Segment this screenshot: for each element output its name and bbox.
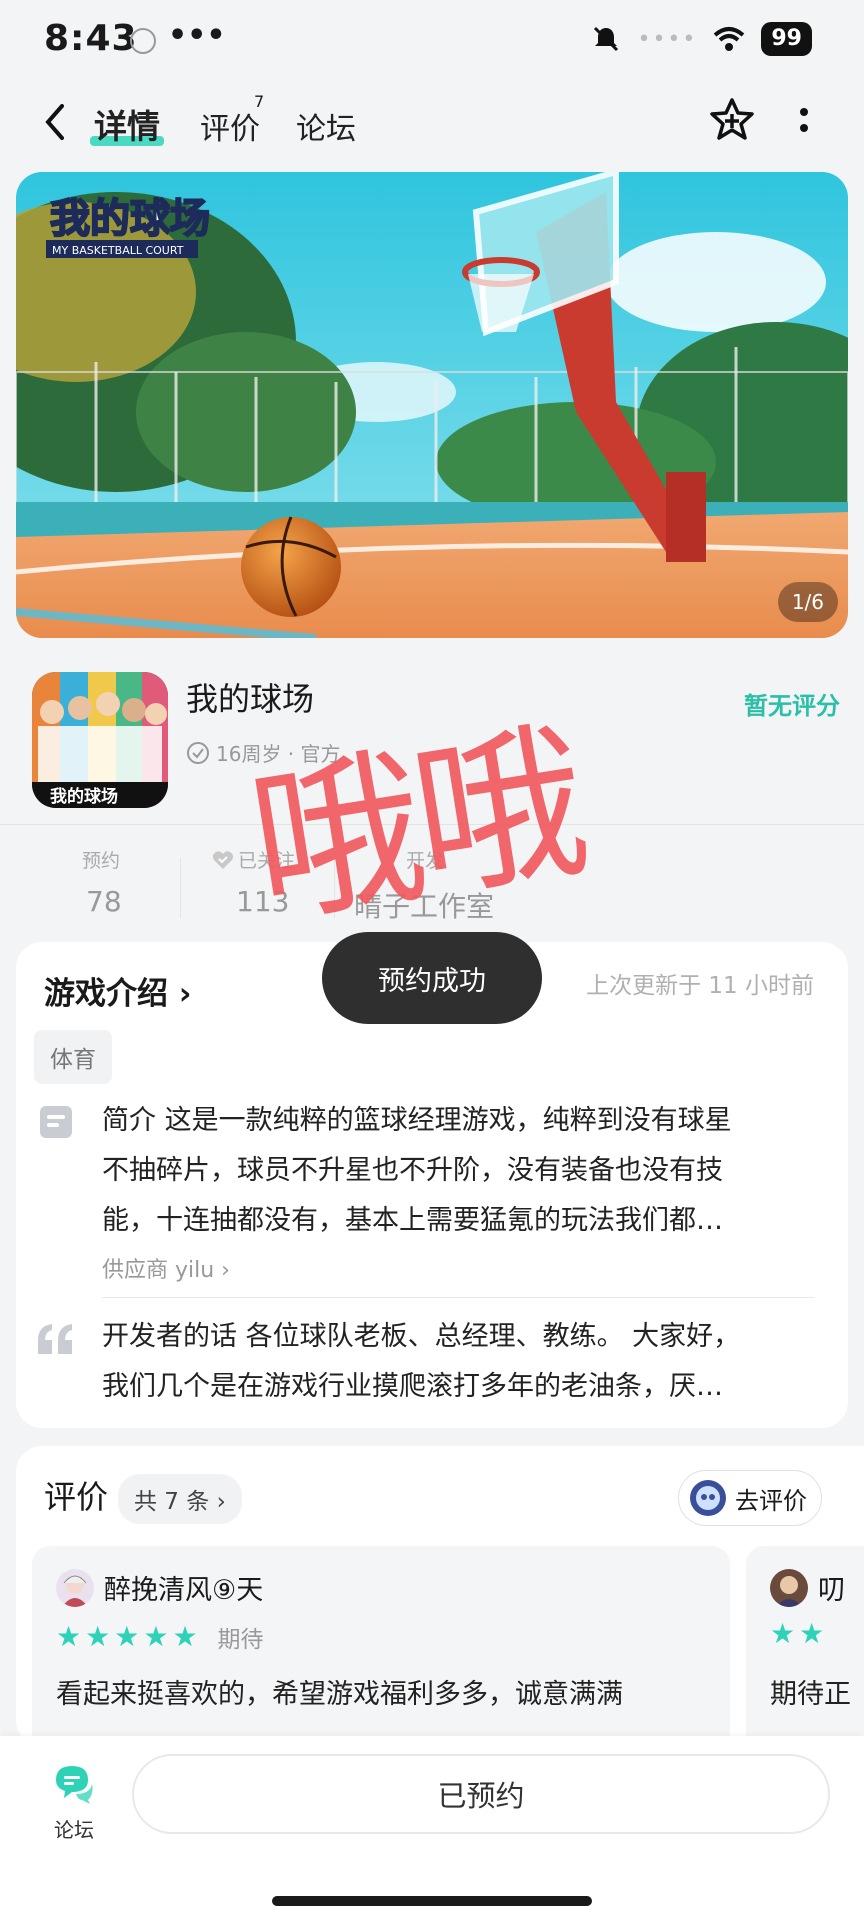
reviewer-name: 醉挽清风⑨天	[104, 1575, 264, 1606]
divider	[334, 858, 335, 918]
reviews-title: 评价	[44, 1478, 109, 1516]
star-icon: ★	[143, 1620, 169, 1653]
tab-reviews[interactable]: 评价	[200, 104, 260, 148]
stat-value: 113	[236, 885, 290, 918]
developer-words[interactable]: 开发者的话 各位球队老板、总经理、教练。 大家好， 我们几个是在游戏行业摸爬滚打…	[102, 1312, 792, 1412]
stat-value: 78	[86, 885, 122, 918]
supplier-link[interactable]: 供应商 yilu ›	[102, 1252, 230, 1284]
back-arrow-icon[interactable]	[40, 102, 70, 142]
wifi-icon	[714, 27, 745, 51]
stat-followers: 已关注 113	[212, 846, 295, 918]
reviews-card: 评价 共 7 条 › 去评价 醉挽清风⑨天 ★ ★ ★ ★ ★ 期待 看起来挺喜欢的，希…	[16, 1446, 864, 1746]
game-meta: 16周岁 · 官方	[186, 738, 341, 767]
star-icon: ★	[172, 1620, 198, 1653]
banner-image: 我的球场 MY BASKETBALL COURT	[16, 172, 848, 638]
tab-forum[interactable]: 论坛	[296, 104, 356, 148]
review-text: 期待正	[770, 1679, 851, 1710]
review-text: 看起来挺喜欢的，希望游戏福利多多，诚意满满	[56, 1679, 623, 1710]
stat-label: 预约	[82, 850, 121, 872]
favorite-star-icon[interactable]	[708, 96, 756, 144]
game-meta-text: 16周岁 · 官方	[216, 742, 341, 766]
rating-text: 暂无评分	[744, 692, 840, 720]
chevron-right-icon: ›	[168, 976, 192, 1012]
chevron-right-icon: ›	[214, 1258, 230, 1283]
forum-chat-icon	[56, 1766, 93, 1804]
game-icon: 我的球场	[32, 672, 168, 808]
battery-indicator: 99	[761, 22, 812, 56]
forum-button[interactable]: 论坛	[44, 1762, 104, 1843]
avatar	[770, 1568, 808, 1607]
bottom-bar: 论坛 已预约	[0, 1736, 864, 1920]
stat-label: 已关注	[238, 850, 296, 872]
update-time: 上次更新于 11 小时前	[586, 973, 814, 999]
review-item[interactable]: 叨 ★ ★ 期待正	[746, 1546, 864, 1746]
chevron-right-icon: ›	[209, 1489, 226, 1515]
intro-title[interactable]: 游戏介绍 ›	[44, 968, 192, 1013]
activity-icon	[130, 28, 156, 54]
verified-check-icon	[187, 741, 209, 764]
stat-reservations: 预约 78	[82, 846, 122, 918]
genre-tag[interactable]: 体育	[34, 1030, 112, 1084]
stat-value[interactable]: 晴子工作室	[354, 885, 494, 925]
status-icons: •••• 99	[591, 22, 812, 56]
carousel-page-indicator: 1/6	[777, 582, 838, 622]
write-review-button[interactable]: 去评价	[678, 1470, 822, 1526]
tab-reviews-badge: 7	[254, 92, 265, 111]
svg-text:我的球场: 我的球场	[50, 786, 118, 807]
bell-muted-icon	[594, 26, 619, 52]
heart-check-icon	[212, 850, 234, 869]
top-nav: 详情 评价 7 论坛	[0, 80, 864, 166]
more-status-icon: •••	[168, 18, 226, 53]
reviewer-name: 叨	[818, 1575, 845, 1606]
review-count-link[interactable]: 共 7 条 ›	[118, 1474, 242, 1524]
forum-label: 论坛	[54, 1818, 94, 1842]
star-icon: ★	[799, 1617, 825, 1650]
star-icon: ★	[56, 1620, 82, 1653]
divider	[180, 858, 181, 918]
quote-icon	[38, 1324, 72, 1354]
avatar	[56, 1568, 94, 1607]
divider	[0, 824, 864, 825]
star-icon: ★	[85, 1620, 111, 1653]
banner-carousel[interactable]: 我的球场 MY BASKETBALL COURT 1/6	[16, 172, 848, 638]
stat-label: 开发	[406, 850, 445, 872]
svg-text:MY BASKETBALL COURT: MY BASKETBALL COURT	[52, 244, 184, 257]
toast-message: 预约成功	[322, 932, 542, 1024]
banner-logo: 我的球场	[50, 196, 210, 242]
star-rating: ★ ★	[770, 1620, 824, 1648]
status-bar: 8:43 ••• •••• 99	[0, 0, 864, 80]
status-time: 8:43	[44, 18, 138, 59]
more-menu-icon[interactable]	[800, 108, 808, 140]
divider	[102, 1297, 814, 1298]
game-name: 我的球场	[186, 680, 315, 718]
home-indicator[interactable]	[272, 1896, 592, 1906]
star-icon: ★	[114, 1620, 140, 1653]
star-icon: ★	[770, 1617, 796, 1650]
tab-details[interactable]: 详情	[94, 100, 160, 148]
signal-icon: ••••	[637, 26, 698, 52]
rating-label: 期待	[217, 1627, 264, 1653]
review-item[interactable]: 醉挽清风⑨天 ★ ★ ★ ★ ★ 期待 看起来挺喜欢的，希望游戏福利多多，诚意满满	[32, 1546, 730, 1746]
document-icon	[40, 1106, 72, 1138]
robot-avatar-icon	[690, 1480, 726, 1516]
star-rating: ★ ★ ★ ★ ★ 期待	[56, 1620, 264, 1654]
reserved-button[interactable]: 已预约	[132, 1754, 830, 1834]
stat-developer: 开发 晴子工作室	[354, 846, 494, 925]
game-info: 我的球场 我的球场 16周岁 · 官方 暂无评分 预约 78 已关注 113 开…	[0, 650, 864, 940]
game-summary[interactable]: 简介 这是一款纯粹的篮球经理游戏，纯粹到没有球星 不抽碎片，球员不升星也不升阶，…	[102, 1096, 792, 1246]
